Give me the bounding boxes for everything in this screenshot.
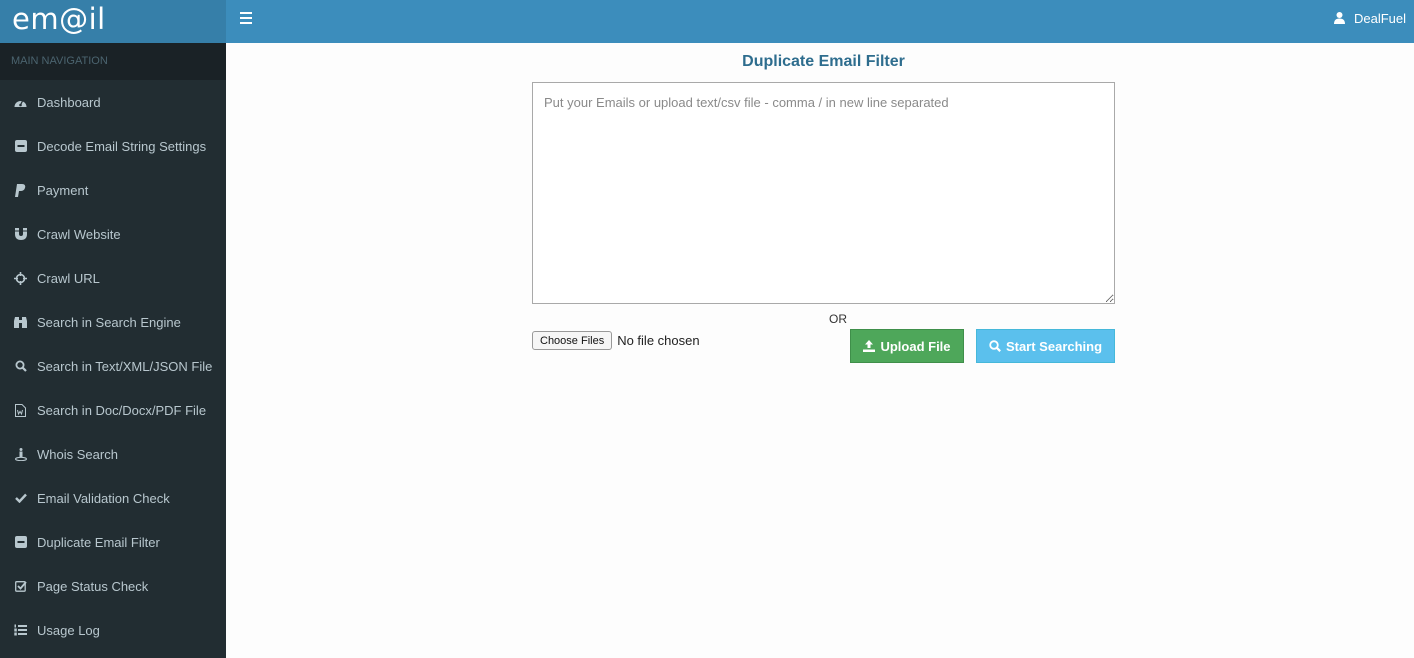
user-name: DealFuel: [1353, 10, 1406, 26]
sidebar-item-label: Duplicate Email Filter: [37, 534, 160, 550]
sidebar-item-usage-log[interactable]: Usage Log: [0, 608, 226, 652]
binoculars-icon: [14, 316, 27, 329]
sidebar-item-search-doc-file[interactable]: Search in Doc/Docx/PDF File: [0, 388, 226, 432]
sidebar-item-label: Email Validation Check: [37, 490, 170, 506]
start-searching-button[interactable]: Start Searching: [976, 329, 1115, 363]
upload-file-label: Upload File: [880, 338, 951, 354]
top-header: em@il scraper DealFuel: [0, 0, 1414, 74]
search-icon: [989, 340, 1001, 352]
paypal-icon: [14, 183, 27, 197]
sidebar-item-label: Dashboard: [37, 94, 101, 110]
file-input[interactable]: Choose Files No file chosen: [532, 331, 700, 350]
start-searching-label: Start Searching: [1005, 338, 1103, 354]
emails-input[interactable]: [532, 82, 1115, 304]
sidebar-item-search-engine[interactable]: Search in Search Engine: [0, 300, 226, 344]
street-view-icon: [14, 447, 27, 461]
sidebar-item-label: Crawl Website: [37, 226, 121, 242]
minus-square-icon: [14, 536, 27, 549]
upload-file-button[interactable]: Upload File: [850, 329, 964, 363]
sidebar-item-crawl-url[interactable]: Crawl URL: [0, 256, 226, 300]
user-menu[interactable]: DealFuel: [1333, 0, 1406, 36]
sidebar-item-label: Payment: [37, 182, 89, 198]
minus-square-icon: [14, 140, 27, 153]
magnet-icon: [14, 228, 27, 241]
sidebar-toggle-icon[interactable]: [240, 12, 254, 26]
sidebar-item-page-status-check[interactable]: Page Status Check: [0, 564, 226, 608]
sidebar-item-payment[interactable]: Payment: [0, 168, 226, 212]
main-content: Duplicate Email Filter OR Choose Files N…: [226, 43, 1414, 658]
sidebar-item-label: Search in Search Engine: [37, 314, 181, 330]
sidebar-item-label: Search in Doc/Docx/PDF File: [37, 402, 207, 418]
check-icon: [14, 492, 27, 505]
user-icon: [1333, 12, 1345, 24]
choose-files-button[interactable]: Choose Files: [532, 331, 613, 350]
sidebar-item-label: Page Status Check: [37, 578, 149, 594]
page-title: Duplicate Email Filter: [742, 53, 905, 70]
sidebar-item-dashboard[interactable]: Dashboard: [0, 80, 226, 124]
sidebar-item-whois-search[interactable]: Whois Search: [0, 432, 226, 476]
sidebar-item-email-validation[interactable]: Email Validation Check: [0, 476, 226, 520]
search-icon: [14, 360, 27, 373]
sidebar-item-label: Crawl URL: [37, 270, 100, 286]
list-ol-icon: [14, 624, 27, 637]
sidebar-item-decode-email[interactable]: Decode Email String Settings: [0, 124, 226, 168]
sidebar: MAIN NAVIGATION Dashboard Decode Email S…: [0, 43, 226, 658]
dashboard-icon: [14, 96, 27, 109]
sidebar-item-crawl-website[interactable]: Crawl Website: [0, 212, 226, 256]
crosshairs-icon: [14, 271, 27, 285]
sidebar-item-label: Usage Log: [37, 622, 100, 638]
sidebar-item-duplicate-email-filter[interactable]: Duplicate Email Filter: [0, 520, 226, 564]
sidebar-item-label: Search in Text/XML/JSON File: [37, 358, 213, 374]
sidebar-item-label: Whois Search: [37, 446, 118, 462]
nav-header: MAIN NAVIGATION: [0, 43, 226, 80]
check-square-icon: [14, 580, 27, 593]
upload-icon: [863, 340, 876, 352]
app-logo[interactable]: em@il scraper: [0, 0, 226, 74]
sidebar-item-label: Decode Email String Settings: [37, 138, 207, 154]
file-word-icon: [14, 403, 27, 417]
file-status: No file chosen: [617, 333, 700, 348]
or-separator: OR: [829, 312, 847, 326]
sidebar-item-search-text-file[interactable]: Search in Text/XML/JSON File: [0, 344, 226, 388]
